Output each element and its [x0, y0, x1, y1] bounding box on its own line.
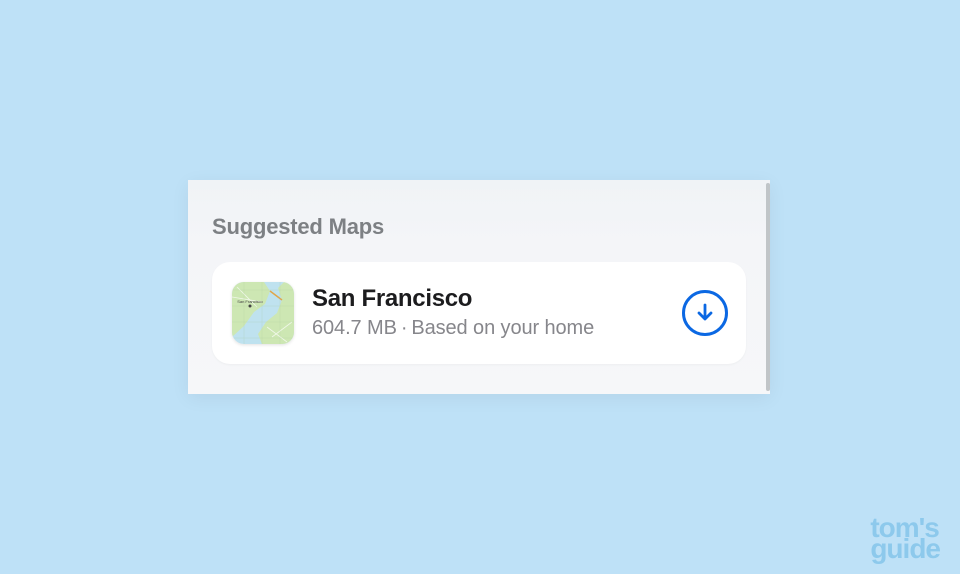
suggested-map-name: San Francisco — [312, 285, 664, 313]
download-arrow-icon — [693, 301, 717, 325]
map-thumbnail: San Francisco — [232, 282, 294, 344]
panel-scrollbar[interactable] — [766, 183, 770, 391]
section-title: Suggested Maps — [212, 214, 746, 240]
suggested-map-reason: Based on your home — [411, 317, 594, 339]
suggested-map-subtitle: 604.7 MB·Based on your home — [312, 315, 664, 341]
suggested-map-text: San Francisco 604.7 MB·Based on your hom… — [312, 285, 664, 341]
suggested-maps-panel: Suggested Maps San Francisco San Francis… — [188, 180, 770, 394]
svg-text:San Francisco: San Francisco — [237, 299, 263, 304]
suggested-map-size: 604.7 MB — [312, 317, 397, 339]
watermark-line2: guide — [870, 538, 940, 560]
separator-dot: · — [397, 317, 412, 339]
watermark-logo: tom's guide — [870, 517, 940, 560]
download-button[interactable] — [682, 290, 728, 336]
suggested-map-card[interactable]: San Francisco San Francisco 604.7 MB·Bas… — [212, 262, 746, 364]
